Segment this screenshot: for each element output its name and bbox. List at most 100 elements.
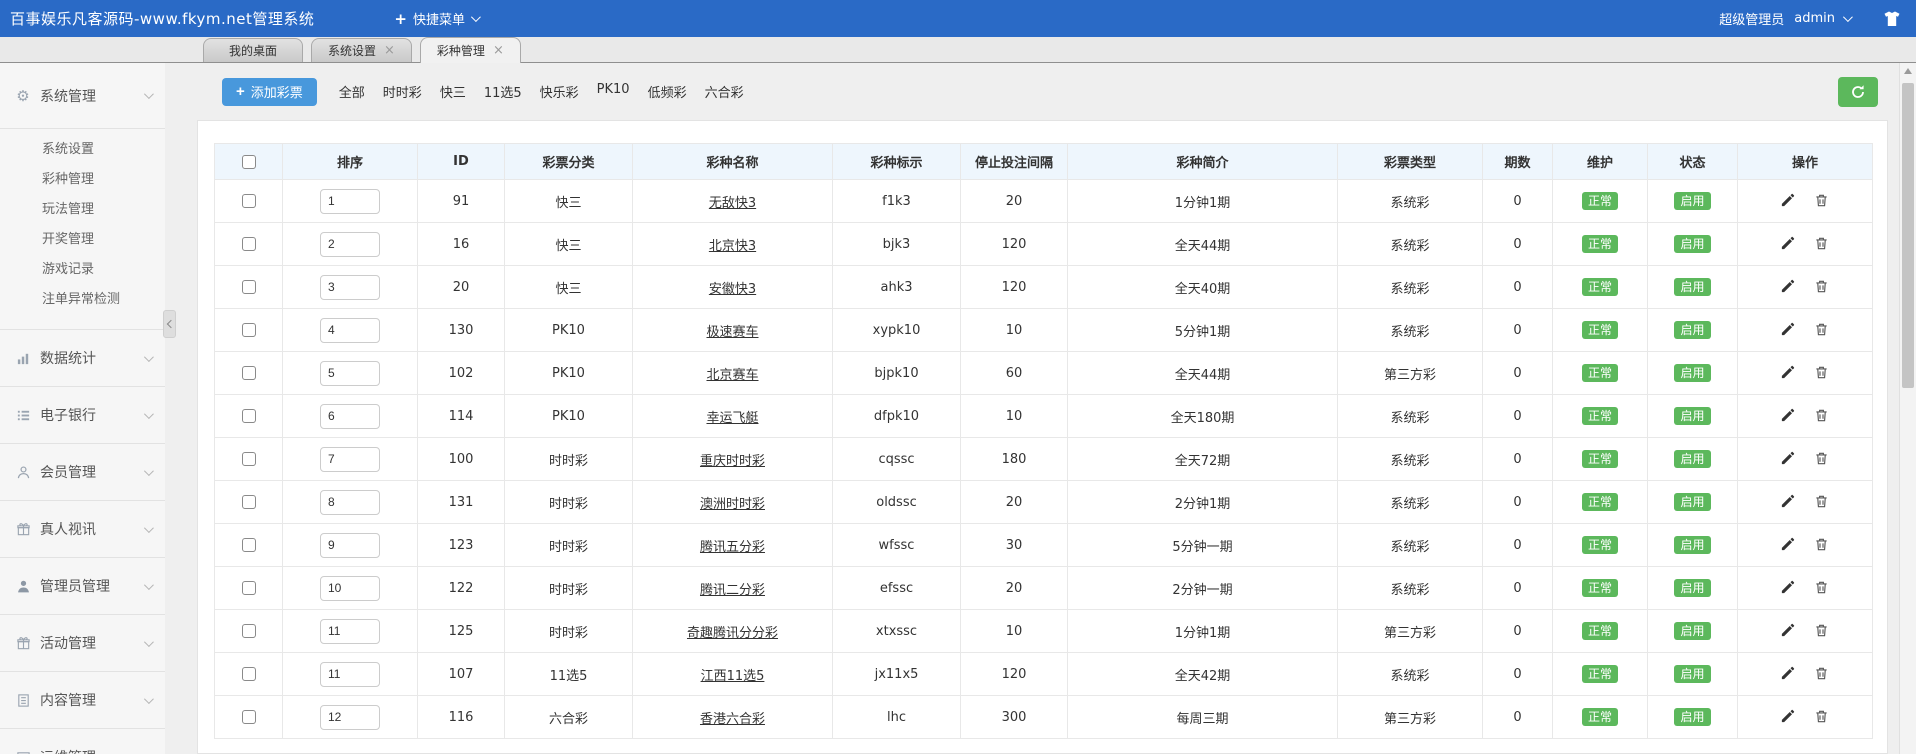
status-badge[interactable]: 启用 bbox=[1674, 321, 1711, 339]
sort-input[interactable] bbox=[320, 317, 380, 343]
select-all-checkbox[interactable] bbox=[241, 154, 256, 169]
delete-button[interactable] bbox=[1814, 408, 1830, 424]
filter-link[interactable]: 快三 bbox=[440, 82, 466, 101]
maintain-badge[interactable]: 正常 bbox=[1581, 321, 1618, 339]
sort-input[interactable] bbox=[320, 403, 380, 429]
maintain-badge[interactable]: 正常 bbox=[1581, 622, 1618, 640]
scrollbar-thumb[interactable] bbox=[1902, 83, 1914, 388]
status-badge[interactable]: 启用 bbox=[1674, 278, 1711, 296]
sidebar-section[interactable]: 真人视讯 bbox=[0, 501, 165, 558]
sort-input[interactable] bbox=[320, 618, 380, 644]
lottery-name-link[interactable]: 安徽快3 bbox=[709, 282, 756, 297]
status-badge[interactable]: 启用 bbox=[1674, 665, 1711, 683]
refresh-button[interactable] bbox=[1838, 76, 1878, 107]
edit-button[interactable] bbox=[1780, 365, 1796, 381]
edit-button[interactable] bbox=[1780, 580, 1796, 596]
filter-link[interactable]: 全部 bbox=[339, 82, 365, 101]
sidebar-section[interactable]: 管理员管理 bbox=[0, 558, 165, 615]
edit-button[interactable] bbox=[1780, 408, 1796, 424]
sort-input[interactable] bbox=[320, 446, 380, 472]
lottery-name-link[interactable]: 江西11选5 bbox=[701, 669, 765, 684]
row-checkbox[interactable] bbox=[241, 581, 256, 595]
sort-input[interactable] bbox=[320, 704, 380, 730]
vertical-scrollbar[interactable] bbox=[1899, 63, 1916, 754]
lottery-name-link[interactable]: 腾讯二分彩 bbox=[700, 583, 765, 598]
filter-link[interactable]: 六合彩 bbox=[705, 82, 744, 101]
lottery-name-link[interactable]: 无敌快3 bbox=[709, 196, 756, 211]
scroll-up-arrow-icon[interactable] bbox=[1904, 68, 1912, 74]
sidebar-section[interactable]: 活动管理 bbox=[0, 615, 165, 672]
delete-button[interactable] bbox=[1814, 279, 1830, 295]
sort-input[interactable] bbox=[320, 661, 380, 687]
maintain-badge[interactable]: 正常 bbox=[1581, 450, 1618, 468]
row-checkbox[interactable] bbox=[241, 323, 256, 337]
row-checkbox[interactable] bbox=[241, 710, 256, 724]
sidebar-subitem[interactable]: 玩法管理 bbox=[0, 195, 165, 225]
delete-button[interactable] bbox=[1814, 537, 1830, 553]
sidebar-subitem[interactable]: 彩种管理 bbox=[0, 165, 165, 195]
lottery-name-link[interactable]: 香港六合彩 bbox=[700, 712, 765, 727]
maintain-badge[interactable]: 正常 bbox=[1581, 665, 1618, 683]
filter-link[interactable]: 快乐彩 bbox=[540, 82, 579, 101]
theme-icon[interactable] bbox=[1882, 9, 1902, 29]
row-checkbox[interactable] bbox=[241, 366, 256, 380]
filter-link[interactable]: 低频彩 bbox=[648, 82, 687, 101]
maintain-badge[interactable]: 正常 bbox=[1581, 407, 1618, 425]
delete-button[interactable] bbox=[1814, 623, 1830, 639]
status-badge[interactable]: 启用 bbox=[1674, 622, 1711, 640]
quick-menu-button[interactable]: + 快捷菜单 bbox=[394, 9, 481, 28]
maintain-badge[interactable]: 正常 bbox=[1581, 579, 1618, 597]
status-badge[interactable]: 启用 bbox=[1674, 407, 1711, 425]
maintain-badge[interactable]: 正常 bbox=[1581, 364, 1618, 382]
filter-link[interactable]: PK10 bbox=[597, 82, 630, 101]
lottery-name-link[interactable]: 奇趣腾讯分分彩 bbox=[687, 626, 778, 641]
maintain-badge[interactable]: 正常 bbox=[1581, 708, 1618, 726]
sort-input[interactable] bbox=[320, 360, 380, 386]
row-checkbox[interactable] bbox=[241, 452, 256, 466]
lottery-name-link[interactable]: 重庆时时彩 bbox=[700, 454, 765, 469]
maintain-badge[interactable]: 正常 bbox=[1581, 536, 1618, 554]
edit-button[interactable] bbox=[1780, 709, 1796, 725]
status-badge[interactable]: 启用 bbox=[1674, 536, 1711, 554]
close-icon[interactable]: × bbox=[384, 44, 395, 57]
maintain-badge[interactable]: 正常 bbox=[1581, 235, 1618, 253]
add-lottery-button[interactable]: + 添加彩票 bbox=[222, 77, 317, 106]
sidebar-section[interactable]: 电子银行 bbox=[0, 387, 165, 444]
delete-button[interactable] bbox=[1814, 709, 1830, 725]
sidebar-subitem[interactable]: 开奖管理 bbox=[0, 225, 165, 255]
edit-button[interactable] bbox=[1780, 322, 1796, 338]
edit-button[interactable] bbox=[1780, 537, 1796, 553]
status-badge[interactable]: 启用 bbox=[1674, 493, 1711, 511]
edit-button[interactable] bbox=[1780, 666, 1796, 682]
row-checkbox[interactable] bbox=[241, 194, 256, 208]
sort-input[interactable] bbox=[320, 532, 380, 558]
sidebar-collapse-button[interactable] bbox=[163, 310, 176, 338]
maintain-badge[interactable]: 正常 bbox=[1581, 278, 1618, 296]
tab[interactable]: 我的桌面 bbox=[203, 38, 303, 62]
filter-link[interactable]: 11选5 bbox=[484, 82, 522, 101]
status-badge[interactable]: 启用 bbox=[1674, 364, 1711, 382]
sidebar-subitem[interactable]: 游戏记录 bbox=[0, 255, 165, 285]
sidebar-section[interactable]: 内容管理 bbox=[0, 672, 165, 729]
delete-button[interactable] bbox=[1814, 580, 1830, 596]
sidebar-section[interactable]: ⚙ 系统管理 bbox=[0, 63, 165, 129]
sidebar-subitem[interactable]: 注单异常检测 bbox=[0, 285, 165, 315]
status-badge[interactable]: 启用 bbox=[1674, 192, 1711, 210]
lottery-name-link[interactable]: 腾讯五分彩 bbox=[700, 540, 765, 555]
status-badge[interactable]: 启用 bbox=[1674, 235, 1711, 253]
row-checkbox[interactable] bbox=[241, 280, 256, 294]
close-icon[interactable]: × bbox=[493, 44, 504, 57]
sort-input[interactable] bbox=[320, 274, 380, 300]
edit-button[interactable] bbox=[1780, 494, 1796, 510]
status-badge[interactable]: 启用 bbox=[1674, 708, 1711, 726]
delete-button[interactable] bbox=[1814, 236, 1830, 252]
delete-button[interactable] bbox=[1814, 322, 1830, 338]
filter-link[interactable]: 时时彩 bbox=[383, 82, 422, 101]
sort-input[interactable] bbox=[320, 231, 380, 257]
delete-button[interactable] bbox=[1814, 494, 1830, 510]
edit-button[interactable] bbox=[1780, 279, 1796, 295]
sidebar-section[interactable]: 会员管理 bbox=[0, 444, 165, 501]
lottery-name-link[interactable]: 幸运飞艇 bbox=[706, 411, 758, 426]
row-checkbox[interactable] bbox=[241, 409, 256, 423]
sidebar-section[interactable]: 数据统计 bbox=[0, 330, 165, 387]
